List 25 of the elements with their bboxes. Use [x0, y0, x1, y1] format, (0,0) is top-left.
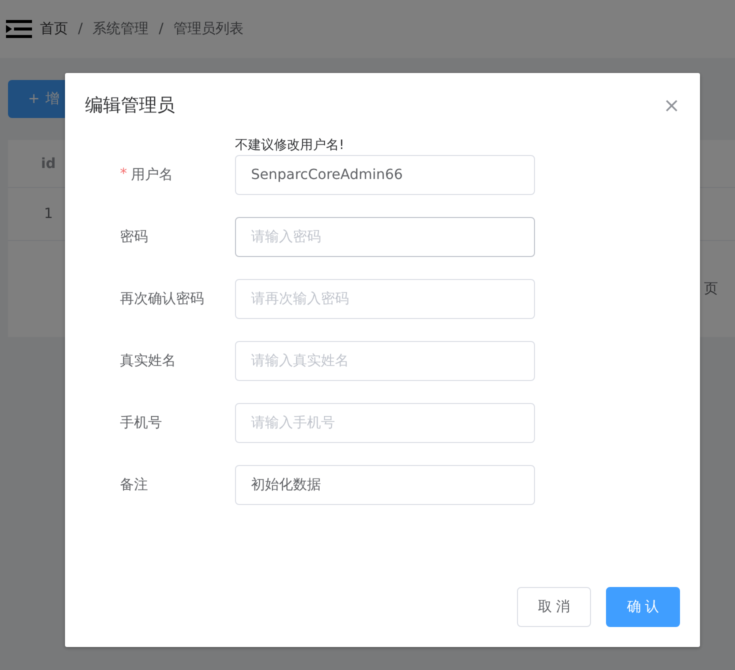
cancel-button[interactable]: 取 消 [517, 587, 591, 627]
field-label: 用户名 [131, 166, 173, 184]
menu-icon[interactable] [6, 20, 32, 38]
field-label: 备注 [120, 476, 148, 494]
breadcrumb-item[interactable]: 首页 [40, 20, 68, 38]
field-label: 手机号 [120, 414, 162, 432]
input-field[interactable]: 请输入密码 [235, 217, 535, 257]
field-label: 密码 [120, 228, 148, 246]
field-label: 再次确认密码 [120, 290, 204, 308]
input-field[interactable]: 请再次输入密码 [235, 279, 535, 319]
input-field[interactable]: 请输入真实姓名 [235, 341, 535, 381]
pagination-text: 页 [704, 280, 718, 298]
breadcrumb-separator: / [158, 21, 164, 37]
input-field[interactable]: SenparcCoreAdmin66 [235, 155, 535, 195]
required-mark: * [120, 166, 127, 184]
confirm-button[interactable]: 确 认 [606, 587, 680, 627]
field-hint: 不建议修改用户名! [235, 137, 344, 154]
field-label: 真实姓名 [120, 352, 176, 370]
breadcrumb-item[interactable]: 系统管理 [92, 20, 149, 38]
table-cell: 1 [44, 206, 53, 222]
input-field[interactable]: 请输入手机号 [235, 403, 535, 443]
close-button[interactable]: × [663, 95, 680, 115]
input-field[interactable]: 初始化数据 [235, 465, 535, 505]
breadcrumb-separator: / [78, 21, 83, 37]
breadcrumb-item[interactable]: 管理员列表 [173, 20, 244, 38]
